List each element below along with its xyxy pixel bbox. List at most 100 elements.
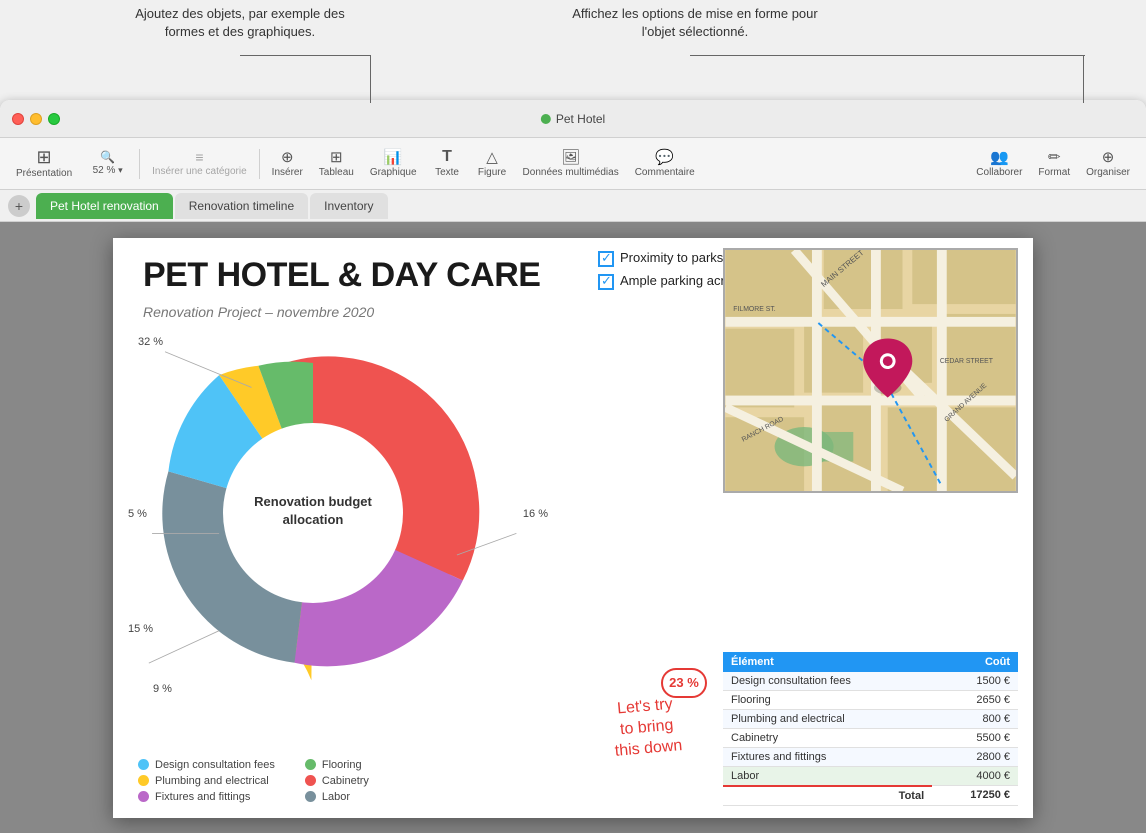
legend-container: Design consultation fees Flooring Plumbing… xyxy=(138,759,369,803)
zoom-icon: 🔍 xyxy=(100,151,115,163)
data-table-container: Élément Coût Design consultation fees150… xyxy=(723,652,1018,806)
scribble-annotation: Let's tryto bringthis down xyxy=(610,694,683,762)
circle-23-percent: 23 % xyxy=(661,668,707,698)
table-cell-item: Fixtures and fittings xyxy=(723,747,932,766)
chart-icon: 📊 xyxy=(384,150,403,165)
percent-label-32: 32 % xyxy=(138,336,163,348)
zoom-control[interactable]: 🔍 52 % ▾ xyxy=(80,147,135,180)
slide-subtitle: Renovation Project – novembre 2020 xyxy=(143,304,374,320)
percent-label-15: 15 % xyxy=(128,623,153,635)
organize-button[interactable]: ⊕ Organiser xyxy=(1078,146,1138,182)
svg-text:FILMORE ST.: FILMORE ST. xyxy=(733,305,775,312)
table-button[interactable]: ⊞ Tableau xyxy=(311,146,362,182)
legend-item: Flooring xyxy=(305,759,369,771)
legend-color-dot xyxy=(305,791,316,802)
fullscreen-button[interactable] xyxy=(48,113,60,125)
insert-category-button[interactable]: ≡ Insérer une catégorie xyxy=(144,146,255,181)
main-window: Pet Hotel ⊞ Présentation 🔍 52 % ▾ ≡ Insé… xyxy=(0,100,1146,833)
traffic-lights xyxy=(12,113,60,125)
table-cell-cost: 1500 € xyxy=(932,672,1018,691)
table-cell-item: Plumbing and electrical xyxy=(723,709,932,728)
legend-color-dot xyxy=(305,775,316,786)
data-table: Élément Coût Design consultation fees150… xyxy=(723,652,1018,806)
comment-button[interactable]: 💬 Commentaire xyxy=(627,146,703,182)
annotation-right: Affichez les options de mise en forme po… xyxy=(560,5,830,41)
table-cell-cost: 4000 € xyxy=(932,766,1018,786)
chart-button[interactable]: 📊 Graphique xyxy=(362,146,425,182)
close-button[interactable] xyxy=(12,113,24,125)
tab-renovation-timeline[interactable]: Renovation timeline xyxy=(175,193,308,219)
table-cell-cost: 800 € xyxy=(932,709,1018,728)
shape-button[interactable]: △ Figure xyxy=(470,146,515,182)
percent-label-16: 16 % xyxy=(523,508,548,520)
table-cell-item: Cabinetry xyxy=(723,728,932,747)
presentation-button[interactable]: ⊞ Présentation xyxy=(8,144,80,183)
annotation-left: Ajoutez des objets, par exemple des form… xyxy=(130,5,350,41)
titlebar: Pet Hotel xyxy=(0,100,1146,138)
legend-item: Plumbing and electrical xyxy=(138,775,275,787)
table-total-value: 17250 € xyxy=(932,786,1018,806)
svg-text:CEDAR STREET: CEDAR STREET xyxy=(940,358,994,365)
table-row: Cabinetry5500 € xyxy=(723,728,1018,747)
window-title: Pet Hotel xyxy=(541,112,605,126)
canvas-area: PET HOTEL & DAY CARE Renovation Project … xyxy=(0,222,1146,833)
table-cell-item: Design consultation fees xyxy=(723,672,932,691)
legend-color-dot xyxy=(305,759,316,770)
legend-item: Cabinetry xyxy=(305,775,369,787)
legend-item: Fixtures and fittings xyxy=(138,791,275,803)
shape-icon: △ xyxy=(486,150,498,165)
collaborate-button[interactable]: 👥 Collaborer xyxy=(968,146,1030,182)
insert-button[interactable]: ⊕ Insérer xyxy=(264,146,311,182)
comment-icon: 💬 xyxy=(655,150,674,165)
format-button[interactable]: ✏ Format xyxy=(1030,146,1078,182)
insert-category-icon: ≡ xyxy=(195,150,203,164)
donut-chart-container: Renovation budget allocation 32 % 5 % 15… xyxy=(123,328,553,728)
table-row: Design consultation fees1500 € xyxy=(723,672,1018,691)
media-button[interactable]: 🖼 Données multimédias xyxy=(515,146,627,182)
legend-color-dot xyxy=(138,775,149,786)
collaborate-icon: 👥 xyxy=(990,150,1009,165)
separator-1 xyxy=(139,149,140,179)
toolbar: ⊞ Présentation 🔍 52 % ▾ ≡ Insérer une ca… xyxy=(0,138,1146,190)
annotations: Ajoutez des objets, par exemple des form… xyxy=(0,0,1146,100)
text-button[interactable]: T Texte xyxy=(425,145,470,182)
table-row: Plumbing and electrical800 € xyxy=(723,709,1018,728)
percent-label-9: 9 % xyxy=(153,683,172,695)
table-row: Fixtures and fittings2800 € xyxy=(723,747,1018,766)
table-cell-item: Labor xyxy=(723,766,932,786)
title-icon xyxy=(541,114,551,124)
separator-2 xyxy=(259,149,260,179)
svg-text:allocation: allocation xyxy=(283,512,344,527)
slide[interactable]: PET HOTEL & DAY CARE Renovation Project … xyxy=(113,238,1033,818)
table-icon: ⊞ xyxy=(330,150,343,165)
tab-inventory[interactable]: Inventory xyxy=(310,193,387,219)
table-row: Labor4000 € xyxy=(723,766,1018,786)
table-header-cost: Coût xyxy=(932,652,1018,672)
svg-text:Renovation budget: Renovation budget xyxy=(254,494,372,509)
legend-color-dot xyxy=(138,791,149,802)
table-row: Flooring2650 € xyxy=(723,690,1018,709)
checkbox-1[interactable] xyxy=(598,251,614,267)
legend-item: Design consultation fees xyxy=(138,759,275,771)
add-tab-button[interactable]: + xyxy=(8,195,30,217)
presentation-icon: ⊞ xyxy=(37,148,52,166)
table-cell-item: Flooring xyxy=(723,690,932,709)
insert-icon: ⊕ xyxy=(281,150,294,165)
tabbar: + Pet Hotel renovation Renovation timeli… xyxy=(0,190,1146,222)
percent-label-5: 5 % xyxy=(128,508,147,520)
tab-pet-hotel-renovation[interactable]: Pet Hotel renovation xyxy=(36,193,173,219)
media-icon: 🖼 xyxy=(561,150,580,165)
checkbox-2[interactable] xyxy=(598,274,614,290)
minimize-button[interactable] xyxy=(30,113,42,125)
slide-title: PET HOTEL & DAY CARE xyxy=(143,256,540,295)
legend-color-dot xyxy=(138,759,149,770)
table-cell-cost: 5500 € xyxy=(932,728,1018,747)
table-header-item: Élément xyxy=(723,652,932,672)
table-total-label: Total xyxy=(723,786,932,806)
table-cell-cost: 2650 € xyxy=(932,690,1018,709)
text-icon: T xyxy=(442,149,452,165)
format-icon: ✏ xyxy=(1048,150,1061,165)
map-container: MAIN STREET RANCH ROAD GRAND AVENUE FILM… xyxy=(723,248,1018,493)
legend-item: Labor xyxy=(305,791,369,803)
organize-icon: ⊕ xyxy=(1102,150,1115,165)
